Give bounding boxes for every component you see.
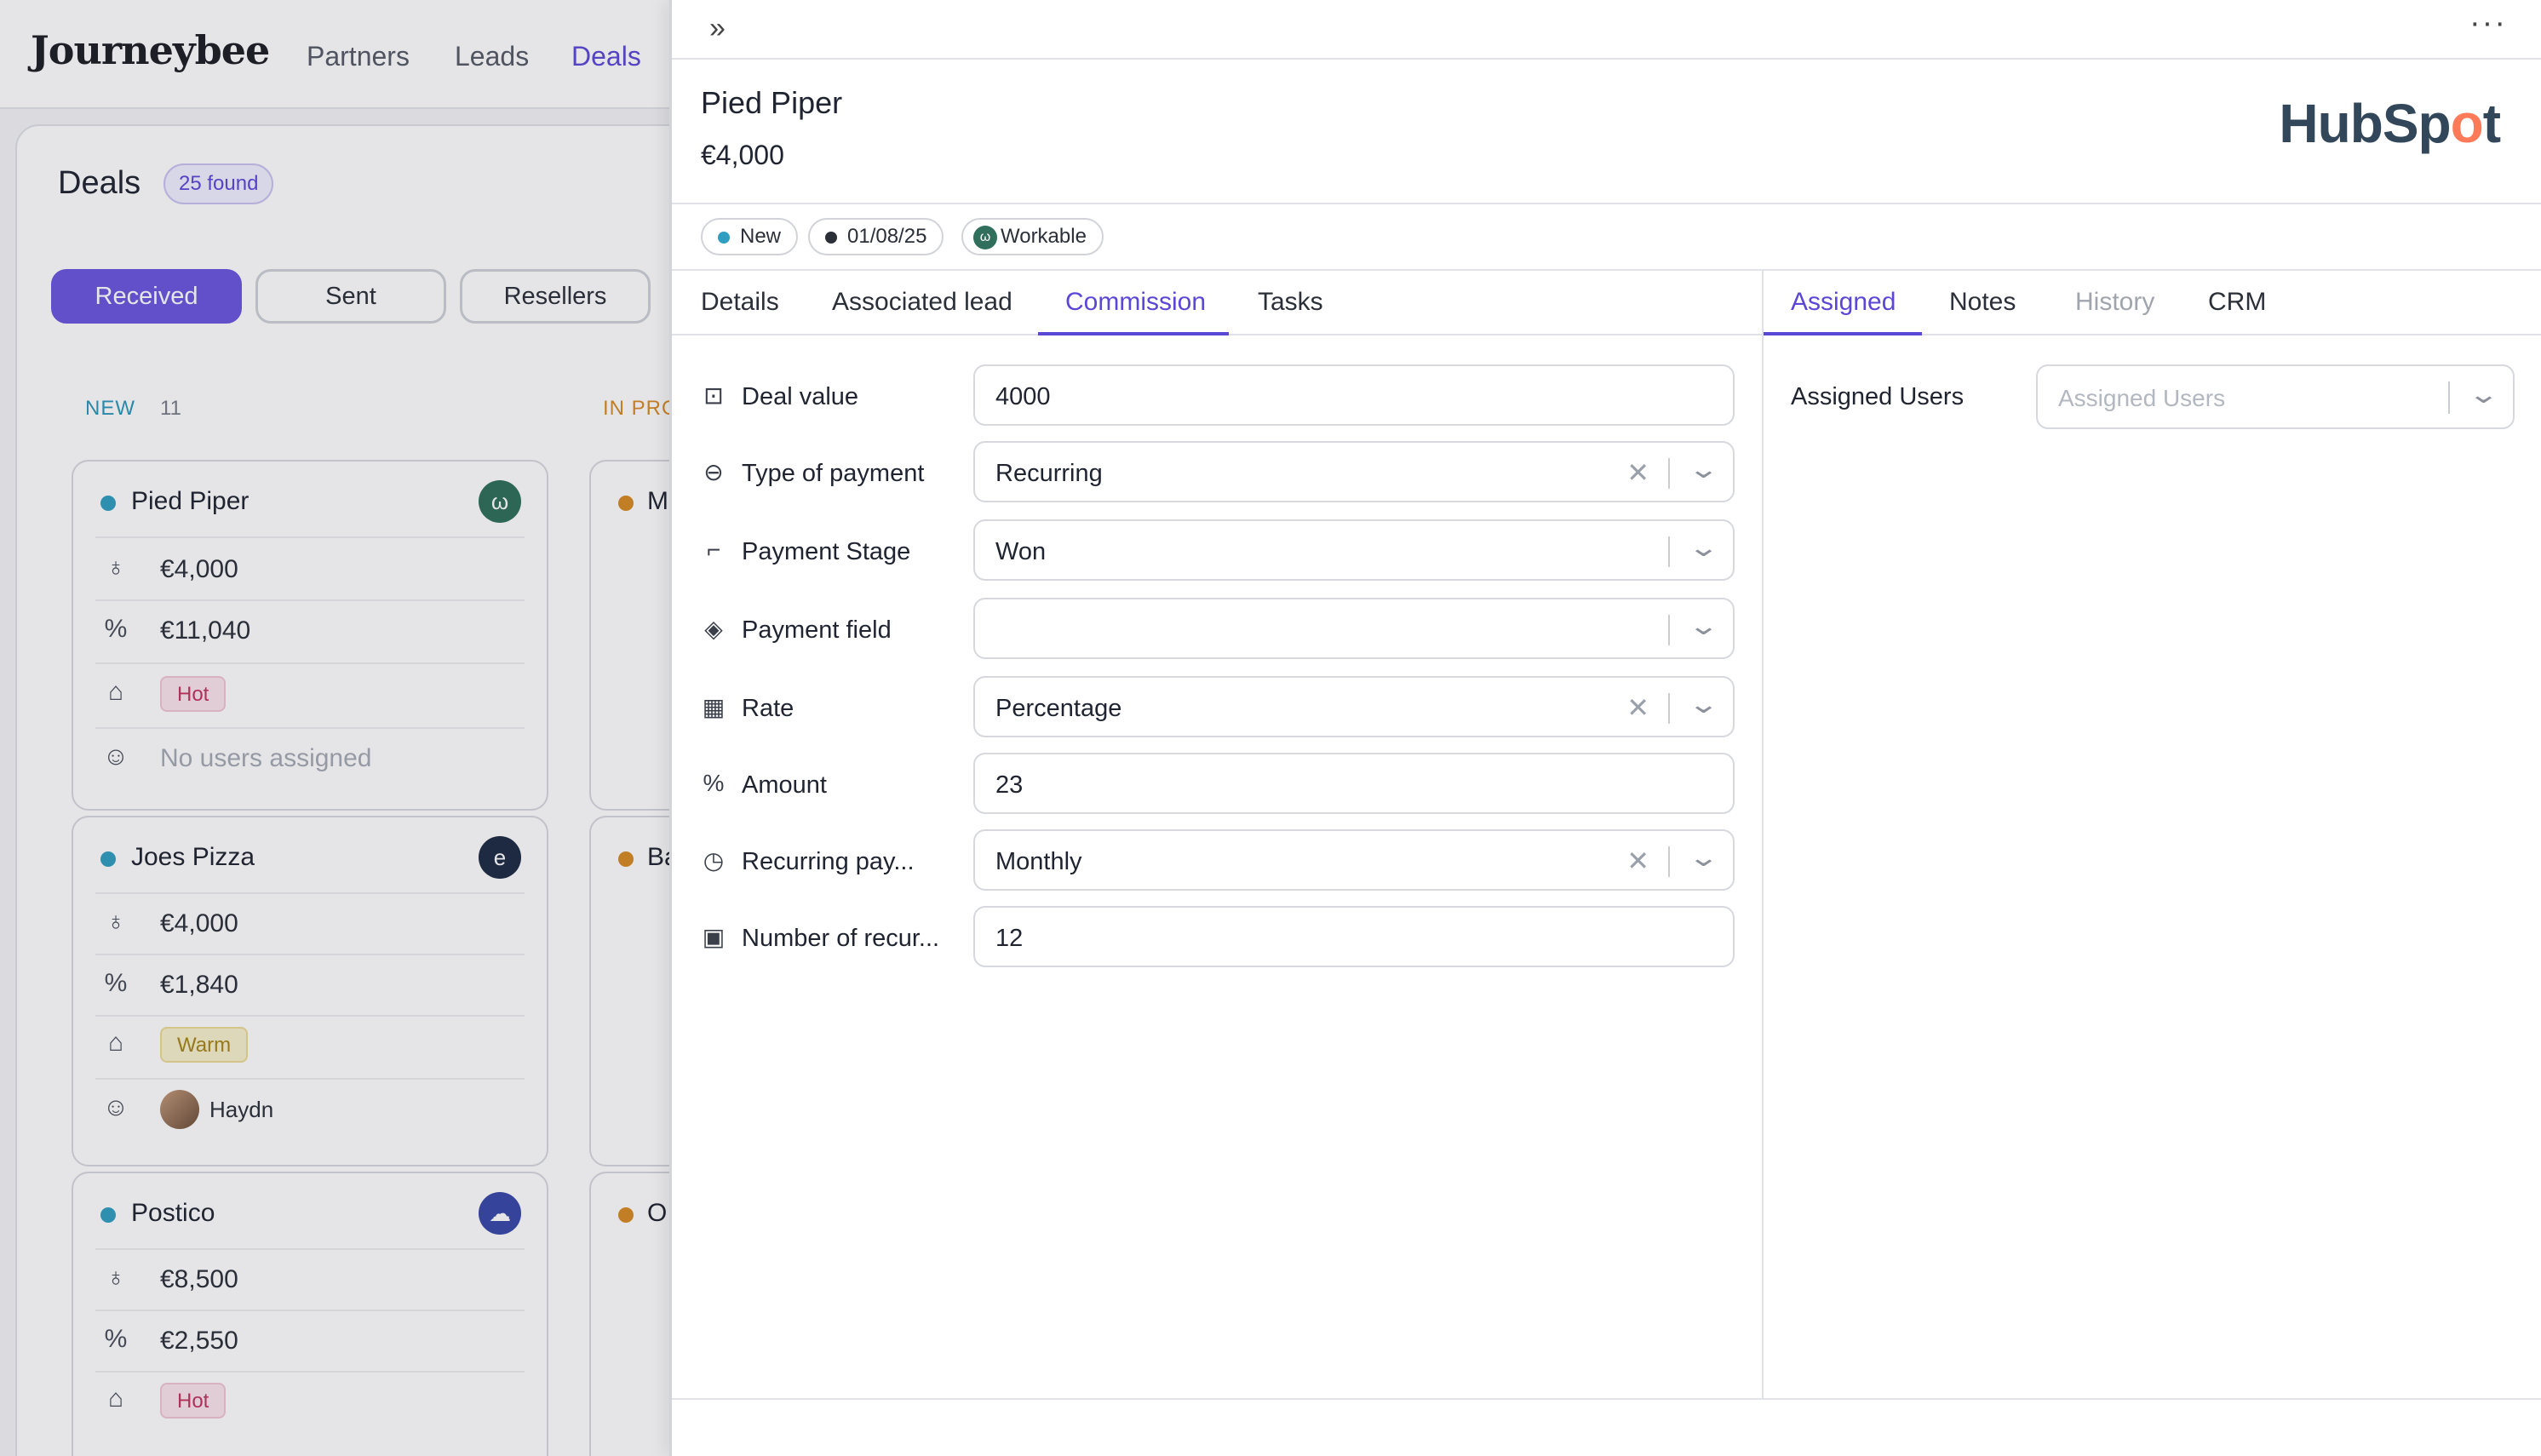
tab-assigned[interactable]: Assigned: [1791, 288, 1896, 317]
tab-associated-lead[interactable]: Associated lead: [832, 288, 1012, 317]
company-chip-label: Workable: [1001, 225, 1087, 248]
number-of-recur-label: Number of recur...: [742, 925, 940, 952]
deal-value-input[interactable]: 4000: [973, 364, 1735, 426]
type-of-payment-select[interactable]: Recurring ✕ ⌄: [973, 441, 1735, 502]
payment-stage-value: Won: [995, 538, 1047, 565]
amount-label: Amount: [742, 771, 827, 799]
deal-name: Pied Piper: [701, 85, 843, 120]
number-of-recur-value: 12: [995, 925, 1024, 952]
separator: [1668, 846, 1670, 877]
date-dot: [825, 232, 837, 244]
more-options-icon[interactable]: ···: [2469, 5, 2507, 42]
deal-value-icon: ⊡: [703, 382, 724, 409]
active-tab-indicator: [1764, 332, 1922, 335]
panel-toolbar: » ···: [672, 0, 2541, 60]
company-chip[interactable]: ω Workable: [961, 218, 1104, 255]
modal-backdrop[interactable]: [0, 0, 673, 1456]
rate-value: Percentage: [995, 695, 1122, 722]
clear-icon[interactable]: ✕: [1626, 691, 1649, 724]
workable-logo-icon: ω: [973, 226, 997, 249]
assigned-users-placeholder: Assigned Users: [2058, 385, 2226, 411]
rate-select[interactable]: Percentage ✕ ⌄: [973, 676, 1735, 737]
tab-notes[interactable]: Notes: [1949, 288, 2016, 317]
assignment-tabs: Assigned Notes History CRM: [1764, 271, 2541, 335]
payment-type-icon: ⊖: [703, 459, 724, 485]
deal-detail-panel: » ··· Pied Piper €4,000 HubSpot New 01/0…: [669, 0, 2541, 1456]
chevron-down-icon[interactable]: ⌄: [1688, 455, 1720, 484]
amount-value: 23: [995, 771, 1024, 799]
chevron-down-icon[interactable]: ⌄: [1688, 690, 1720, 719]
rate-label: Rate: [742, 695, 794, 722]
clear-icon[interactable]: ✕: [1626, 456, 1649, 489]
chevron-down-icon[interactable]: ⌄: [2468, 380, 2500, 410]
deal-value-label: Deal value: [742, 383, 859, 410]
clear-icon[interactable]: ✕: [1626, 845, 1649, 877]
amount-input[interactable]: 23: [973, 753, 1735, 814]
divider: [672, 203, 2541, 204]
tab-details[interactable]: Details: [701, 288, 779, 317]
deal-tabs: Details Associated lead Commission Tasks: [672, 271, 1762, 335]
recurring-pay-label: Recurring pay...: [742, 848, 915, 875]
payment-stage-label: Payment Stage: [742, 538, 911, 565]
active-tab-indicator: [1038, 332, 1229, 335]
recurring-pay-select[interactable]: Monthly ✕ ⌄: [973, 829, 1735, 891]
payment-field-label: Payment field: [742, 616, 892, 644]
deal-amount: €4,000: [701, 140, 784, 170]
column-divider: [1762, 271, 1764, 1400]
separator: [1668, 693, 1670, 724]
payment-field-select[interactable]: ⌄: [973, 598, 1735, 659]
separator: [1668, 536, 1670, 567]
tab-history[interactable]: History: [2075, 288, 2154, 317]
separator: [1668, 615, 1670, 645]
tab-commission[interactable]: Commission: [1065, 288, 1206, 317]
payment-stage-select[interactable]: Won ⌄: [973, 519, 1735, 581]
calculator-icon: ▦: [702, 694, 726, 720]
divider: [672, 1398, 2541, 1400]
status-chip[interactable]: New: [701, 218, 799, 255]
deal-value-text: 4000: [995, 383, 1051, 410]
assigned-users-label: Assigned Users: [1791, 383, 1965, 410]
separator: [1668, 458, 1670, 489]
layers-icon: ◈: [704, 616, 723, 642]
type-of-payment-label: Type of payment: [742, 460, 925, 487]
type-of-payment-value: Recurring: [995, 460, 1103, 487]
status-chip-label: New: [740, 225, 782, 248]
calendar-icon: ▣: [702, 924, 726, 950]
recurring-pay-value: Monthly: [995, 848, 1082, 875]
number-of-recur-input[interactable]: 12: [973, 906, 1735, 967]
percent-icon: %: [703, 770, 725, 796]
hubspot-logo: HubSpot: [2279, 93, 2501, 154]
tab-crm[interactable]: CRM: [2208, 288, 2266, 317]
chevron-down-icon[interactable]: ⌄: [1688, 533, 1720, 563]
date-chip[interactable]: 01/08/25: [808, 218, 944, 255]
separator: [2448, 381, 2450, 414]
date-chip-label: 01/08/25: [847, 225, 927, 248]
chevron-down-icon[interactable]: ⌄: [1688, 611, 1720, 641]
collapse-panel-icon[interactable]: »: [709, 12, 726, 45]
clock-icon: ◷: [703, 847, 725, 874]
assigned-users-select[interactable]: Assigned Users ⌄: [2036, 364, 2515, 429]
status-dot: [718, 232, 730, 244]
chevron-down-icon[interactable]: ⌄: [1688, 843, 1720, 873]
tab-tasks[interactable]: Tasks: [1258, 288, 1323, 317]
stairs-icon: ⌐: [706, 536, 721, 563]
